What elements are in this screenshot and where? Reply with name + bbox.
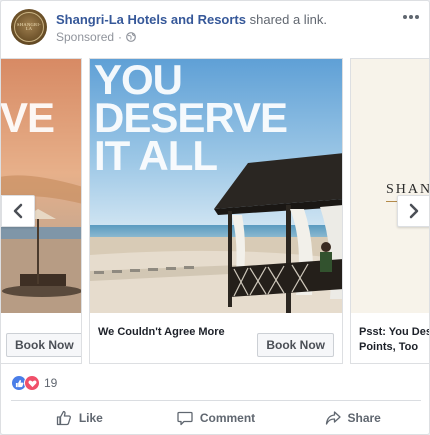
comment-label: Comment <box>199 411 256 425</box>
globe-icon <box>126 32 136 42</box>
card-footer: We Couldn't Agree More Book Now <box>90 313 342 363</box>
share-button[interactable]: Share <box>284 401 421 434</box>
card-headline-fragment: VE <box>0 94 55 141</box>
sponsored-label[interactable]: Sponsored <box>56 29 114 45</box>
page-avatar[interactable]: SHANGRI-LA <box>11 9 47 45</box>
card-footer: Psst: You Dese Points, Too <box>351 313 429 363</box>
reactions-summary[interactable]: 19 <box>11 374 57 392</box>
page-name-link[interactable]: Shangri-La Hotels and Resorts <box>56 12 246 27</box>
share-label: Share <box>347 411 381 425</box>
shared-link-text: shared a link. <box>249 12 327 27</box>
carousel-card-main[interactable]: YOU DESERVE IT ALL We Couldn't Agree Mor… <box>89 58 343 364</box>
thumbs-up-icon <box>56 410 71 426</box>
carousel-prev-button[interactable] <box>1 195 35 227</box>
reaction-count: 19 <box>44 376 58 390</box>
comment-button[interactable]: Comment <box>148 401 285 434</box>
post-author-line: Shangri-La Hotels and Resorts shared a l… <box>56 11 327 28</box>
post-meta: Sponsored · <box>56 29 327 45</box>
post-actions: Like Comment Share <box>11 401 421 434</box>
book-now-button[interactable]: Book Now <box>6 333 81 357</box>
more-options-icon[interactable] <box>401 11 421 23</box>
ad-carousel: VE Book Now YOU DESERVE IT ALL We Couldn… <box>0 58 429 366</box>
card-image-beach-cabana[interactable]: YOU DESERVE IT ALL <box>90 59 342 313</box>
card-title[interactable]: We Couldn't Agree More <box>98 325 225 340</box>
headline-line-3: IT ALL <box>94 132 218 179</box>
card-image-brand[interactable]: SHANG <box>351 59 429 313</box>
carousel-next-button[interactable] <box>397 195 429 227</box>
post-header: SHANGRI-LA Shangri-La Hotels and Resorts… <box>11 9 421 51</box>
card-title[interactable]: Psst: You Dese Points, Too <box>359 325 429 355</box>
like-button[interactable]: Like <box>11 401 148 434</box>
book-now-button[interactable]: Book Now <box>257 333 334 357</box>
header-text: Shangri-La Hotels and Resorts shared a l… <box>56 11 327 45</box>
share-icon <box>325 411 341 425</box>
card-headline: YOU DESERVE IT ALL <box>94 59 288 179</box>
sponsored-post: SHANGRI-LA Shangri-La Hotels and Resorts… <box>0 0 430 435</box>
card-footer: Book Now <box>1 313 81 363</box>
meta-separator: · <box>118 30 123 44</box>
card-title-line-1: Psst: You Dese <box>359 326 429 338</box>
chevron-right-icon <box>409 203 419 219</box>
love-reaction-icon <box>24 375 40 391</box>
like-label: Like <box>78 411 103 425</box>
card-title-line-2: Points, Too <box>359 341 419 353</box>
card-image-sunset-beach[interactable]: VE <box>0 59 81 313</box>
avatar-logo-text: SHANGRI-LA <box>17 21 41 31</box>
comment-icon <box>177 411 193 426</box>
avatar-logo: SHANGRI-LA <box>14 12 44 42</box>
chevron-left-icon <box>13 203 23 219</box>
